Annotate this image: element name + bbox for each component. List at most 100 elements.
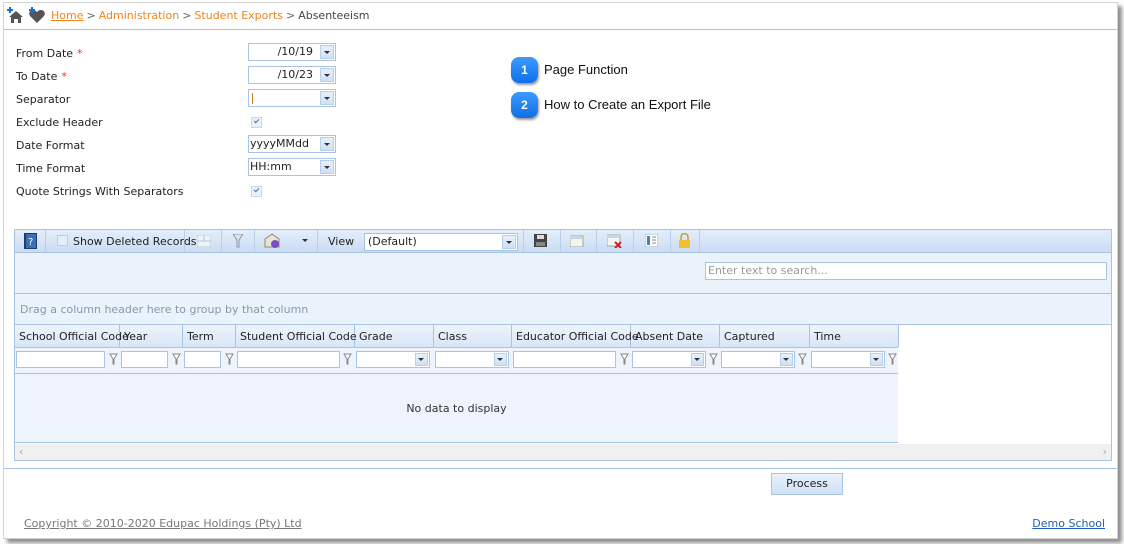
exclude-header-checkbox[interactable] bbox=[251, 117, 262, 128]
scroll-left-icon[interactable]: ‹ bbox=[19, 445, 23, 458]
save-view-button[interactable] bbox=[523, 230, 561, 252]
filter-dropdown[interactable] bbox=[632, 351, 706, 368]
chevron-down-icon[interactable] bbox=[320, 91, 334, 105]
grid-toolbar: ? Show Deleted Records View (Default) bbox=[15, 230, 1111, 253]
chevron-down-icon[interactable] bbox=[494, 353, 507, 366]
help-button[interactable]: ? bbox=[15, 230, 46, 252]
exclude-header-label: Exclude Header bbox=[16, 116, 103, 129]
help-number-badge: 2 bbox=[511, 92, 538, 118]
column-header[interactable]: Year bbox=[120, 325, 183, 347]
filter-options-icon[interactable] bbox=[709, 353, 718, 365]
footer-divider bbox=[4, 468, 1117, 469]
chevron-down-icon[interactable] bbox=[320, 137, 334, 151]
time-format-field[interactable]: HH:mm bbox=[248, 158, 336, 176]
column-header[interactable]: Grade bbox=[355, 325, 434, 347]
filter-row bbox=[15, 348, 898, 374]
chevron-down-icon[interactable] bbox=[320, 45, 334, 59]
filter-options-icon[interactable] bbox=[109, 353, 118, 365]
breadcrumb-administration[interactable]: Administration bbox=[99, 9, 180, 22]
view-select[interactable]: (Default) bbox=[364, 233, 518, 251]
time-format-value: HH:mm bbox=[250, 160, 292, 173]
column-header[interactable]: Absent Date bbox=[631, 325, 720, 347]
column-header[interactable]: Time bbox=[810, 325, 899, 347]
chevron-down-icon[interactable] bbox=[320, 68, 334, 82]
school-link[interactable]: Demo School bbox=[1032, 517, 1105, 530]
save-icon bbox=[534, 234, 547, 247]
add-home-icon[interactable] bbox=[6, 7, 24, 25]
separator-field[interactable] bbox=[248, 89, 336, 107]
empty-message: No data to display bbox=[406, 402, 507, 415]
copyright-link[interactable]: Copyright © 2010-2020 Edupac Holdings (P… bbox=[24, 517, 302, 530]
from-date-field[interactable]: /10/19 bbox=[248, 43, 336, 61]
filter-dropdown[interactable] bbox=[811, 351, 885, 368]
scroll-right-icon[interactable]: › bbox=[1103, 445, 1107, 458]
chevron-down-icon[interactable] bbox=[870, 353, 883, 366]
breadcrumb-home[interactable]: Home bbox=[51, 9, 83, 22]
quote-strings-label: Quote Strings With Separators bbox=[16, 185, 184, 198]
layout-button[interactable] bbox=[634, 230, 671, 252]
column-header[interactable]: Captured bbox=[720, 325, 810, 347]
filter-options-icon[interactable] bbox=[343, 353, 352, 365]
required-mark: * bbox=[77, 47, 83, 60]
filter-dropdown[interactable] bbox=[721, 351, 795, 368]
breadcrumb-separator: > bbox=[86, 9, 96, 22]
to-date-field[interactable]: /10/23 bbox=[248, 66, 336, 84]
new-view-icon bbox=[570, 234, 585, 247]
column-header[interactable]: Class bbox=[434, 325, 512, 347]
filter-input[interactable] bbox=[121, 351, 168, 368]
chevron-down-icon[interactable] bbox=[320, 160, 334, 174]
empty-grid-body: No data to display bbox=[15, 374, 898, 443]
chevron-down-icon[interactable] bbox=[780, 353, 793, 366]
columns-icon bbox=[197, 235, 211, 247]
help-link-text[interactable]: Page Function bbox=[544, 62, 628, 77]
filter-input[interactable] bbox=[184, 351, 221, 368]
search-panel: Enter text to search... bbox=[15, 253, 1111, 294]
filter-options-icon[interactable] bbox=[172, 353, 181, 365]
breadcrumb-student-exports[interactable]: Student Exports bbox=[194, 9, 283, 22]
chevron-down-icon[interactable] bbox=[302, 239, 308, 242]
lock-button[interactable] bbox=[671, 230, 700, 252]
chevron-down-icon[interactable] bbox=[691, 353, 704, 366]
filter-options-icon[interactable] bbox=[225, 353, 234, 365]
date-format-value: yyyyMMdd bbox=[250, 137, 309, 150]
delete-view-icon bbox=[607, 234, 622, 248]
help-link-text[interactable]: How to Create an Export File bbox=[544, 97, 711, 112]
filter-input[interactable] bbox=[513, 351, 616, 368]
delete-view-button[interactable] bbox=[597, 230, 634, 252]
filter-button[interactable] bbox=[222, 230, 255, 252]
export-grid: ? Show Deleted Records View (Default) En… bbox=[14, 229, 1112, 461]
search-input[interactable]: Enter text to search... bbox=[705, 262, 1107, 280]
group-panel[interactable]: Drag a column header here to group by th… bbox=[15, 294, 1111, 325]
lock-icon bbox=[679, 233, 690, 248]
column-chooser-button[interactable] bbox=[185, 230, 222, 252]
show-deleted-checkbox[interactable] bbox=[57, 235, 68, 246]
show-deleted-toggle[interactable]: Show Deleted Records bbox=[46, 230, 197, 252]
filter-input[interactable] bbox=[237, 351, 340, 368]
column-header[interactable]: Educator Official Code bbox=[512, 325, 639, 347]
column-header[interactable]: School Official Code bbox=[15, 325, 129, 347]
add-favorite-icon[interactable] bbox=[28, 7, 46, 25]
date-format-field[interactable]: yyyyMMdd bbox=[248, 135, 336, 153]
filter-dropdown[interactable] bbox=[356, 351, 430, 368]
svg-text:?: ? bbox=[28, 237, 33, 248]
text-caret bbox=[252, 92, 253, 104]
column-header-row: School Official Code Year Term Student O… bbox=[15, 325, 899, 348]
column-header[interactable]: Term bbox=[183, 325, 236, 347]
date-format-label: Date Format bbox=[16, 139, 85, 152]
filter-input[interactable] bbox=[16, 351, 105, 368]
filter-options-icon[interactable] bbox=[798, 353, 807, 365]
top-bar: Home > Administration > Student Exports > Abse… bbox=[4, 3, 1117, 30]
column-header[interactable]: Student Official Code bbox=[236, 325, 357, 347]
chevron-down-icon[interactable] bbox=[415, 353, 428, 366]
export-menu-button[interactable] bbox=[255, 230, 318, 252]
filter-options-icon[interactable] bbox=[620, 353, 629, 365]
chevron-down-icon[interactable] bbox=[502, 235, 516, 249]
filter-options-icon[interactable] bbox=[888, 353, 897, 365]
quote-strings-checkbox[interactable] bbox=[251, 186, 262, 197]
process-button[interactable]: Process bbox=[771, 473, 843, 495]
separator-value bbox=[252, 91, 315, 104]
filter-dropdown[interactable] bbox=[435, 351, 509, 368]
required-mark: * bbox=[61, 70, 67, 83]
horizontal-scrollbar[interactable]: ‹ › bbox=[15, 444, 1111, 460]
new-view-button[interactable] bbox=[560, 230, 597, 252]
